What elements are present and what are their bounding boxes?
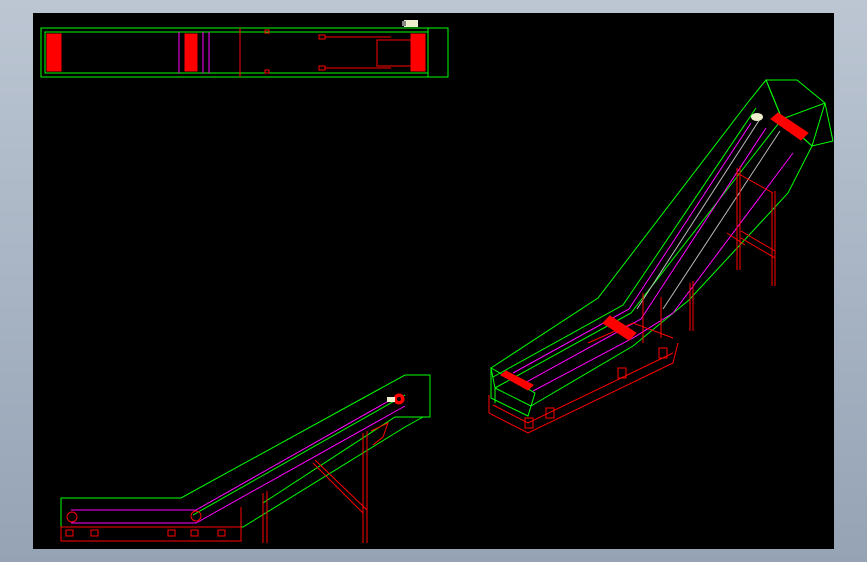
side-tail-roller xyxy=(66,511,78,523)
top-motor xyxy=(404,20,418,27)
top-view xyxy=(40,20,449,78)
cad-drawing xyxy=(40,20,834,543)
side-motor xyxy=(387,397,395,402)
top-mid-roller xyxy=(184,33,198,72)
top-right-roller xyxy=(410,33,426,72)
top-left-roller xyxy=(46,33,62,72)
iso-motor xyxy=(751,113,763,121)
side-view xyxy=(60,374,431,543)
isometric-view xyxy=(488,79,834,434)
side-bend-roller xyxy=(190,510,202,522)
cad-viewport[interactable] xyxy=(33,13,834,549)
